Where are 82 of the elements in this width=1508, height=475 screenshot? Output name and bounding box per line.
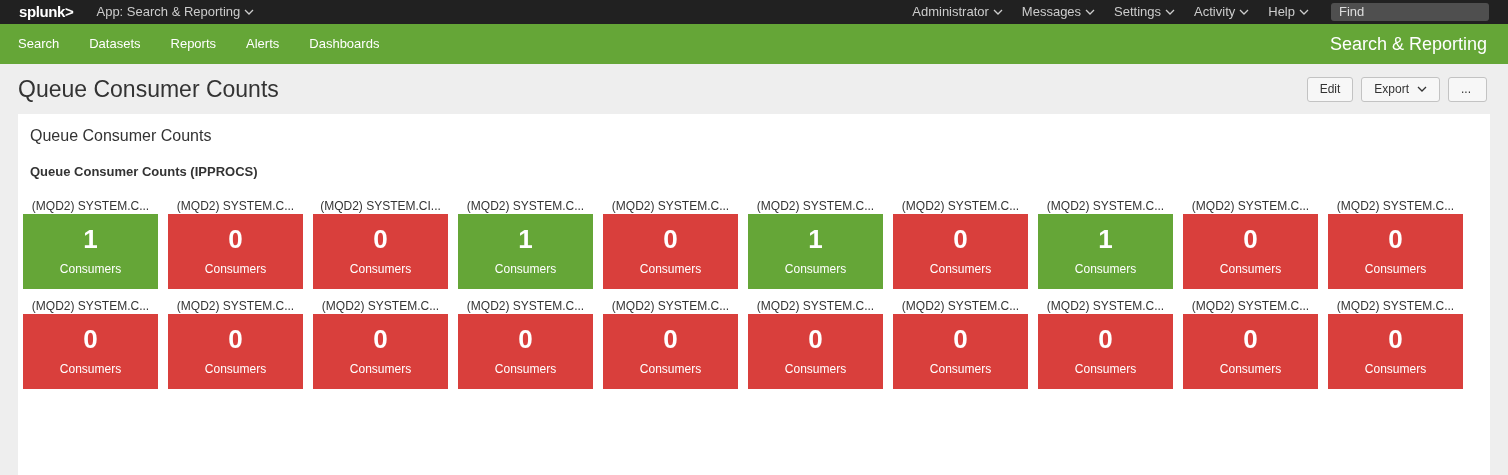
tile-unit: Consumers <box>494 361 557 378</box>
tile-unit: Consumers <box>1219 361 1282 378</box>
tile-value: 1 <box>1098 224 1113 254</box>
tile-unit: Consumers <box>1364 361 1427 378</box>
tile-unit: Consumers <box>1364 261 1427 278</box>
logo[interactable]: splunk> <box>19 0 74 24</box>
chevron-down-icon <box>1417 86 1427 92</box>
tile-value: 0 <box>808 324 823 354</box>
tile-value: 0 <box>1388 224 1403 254</box>
top-menu[interactable]: Activity <box>1194 2 1250 22</box>
tile-title: (MQD2) SYSTEM.C... <box>610 298 731 314</box>
tile-title: (MQD2) SYSTEM.C... <box>175 298 296 314</box>
tile-title: (MQD2) SYSTEM.C... <box>1335 198 1456 214</box>
chevron-down-icon <box>992 9 1003 15</box>
chevron-down-icon <box>1085 9 1096 15</box>
tile-unit: Consumers <box>204 361 267 378</box>
tile-value: 0 <box>663 224 678 254</box>
tile-title: (MQD2) SYSTEM.C... <box>610 198 731 214</box>
tile-unit: Consumers <box>1219 261 1282 278</box>
chevron-down-icon <box>244 9 255 15</box>
chevron-down-icon <box>1165 9 1176 15</box>
tile-unit: Consumers <box>639 361 702 378</box>
tile-title: (MQD2) SYSTEM.C... <box>755 198 876 214</box>
tile-title: (MQD2) SYSTEM.C... <box>900 298 1021 314</box>
tile-value: 0 <box>228 324 243 354</box>
tile-unit: Consumers <box>639 261 702 278</box>
tile-title: (MQD2) SYSTEM.C... <box>1045 298 1166 314</box>
tile-value: 0 <box>1243 324 1258 354</box>
top-menu[interactable]: Help <box>1268 2 1309 22</box>
tile-value: 0 <box>83 324 98 354</box>
tile-title: (MQD2) SYSTEM.C... <box>30 298 151 314</box>
tile-unit: Consumers <box>59 261 122 278</box>
chevron-down-icon <box>1299 9 1309 15</box>
tile-value: 0 <box>373 324 388 354</box>
panel-title: Queue Consumer Counts <box>30 126 213 146</box>
tile-value: 0 <box>373 224 388 254</box>
panel-subtitle: Queue Consumer Counts (IPPROCS) <box>30 163 259 181</box>
tile-value: 0 <box>518 324 533 354</box>
tile-value: 0 <box>228 224 243 254</box>
tile-unit: Consumers <box>929 361 992 378</box>
tile-unit: Consumers <box>204 261 267 278</box>
chevron-down-icon <box>1239 9 1250 15</box>
tile-unit: Consumers <box>784 261 847 278</box>
tile-unit: Consumers <box>784 361 847 378</box>
tile-title: (MQD2) SYSTEM.C... <box>320 298 441 314</box>
app-menu[interactable]: App: Search & Reporting <box>96 2 255 22</box>
app-title: Search & Reporting <box>1329 32 1487 56</box>
toolbar-button[interactable]: Export <box>1361 76 1440 102</box>
tile-unit: Consumers <box>1074 261 1137 278</box>
tile-unit: Consumers <box>494 261 557 278</box>
tile-value: 0 <box>663 324 678 354</box>
tile-title: (MQD2) SYSTEM.C... <box>175 198 296 214</box>
tile-value: 0 <box>1243 224 1258 254</box>
tile-title: (MQD2) SYSTEM.C... <box>1045 198 1166 214</box>
tile-unit: Consumers <box>349 361 412 378</box>
tile-value: 0 <box>953 224 968 254</box>
tile-title: (MQD2) SYSTEM.C... <box>900 198 1021 214</box>
tile-value: 0 <box>1388 324 1403 354</box>
page-title: Queue Consumer Counts <box>18 74 280 104</box>
tile-title: (MQD2) SYSTEM.C... <box>1335 298 1456 314</box>
tile-title: (MQD2) SYSTEM.C... <box>755 298 876 314</box>
tile-title: (MQD2) SYSTEM.C... <box>30 198 151 214</box>
top-menu[interactable]: Administrator <box>912 2 1003 22</box>
top-menu[interactable]: Messages <box>1021 2 1096 22</box>
tile-title: (MQD2) SYSTEM.C... <box>1190 198 1311 214</box>
tile-value: 1 <box>83 224 98 254</box>
tile-title: (MQD2) SYSTEM.C... <box>1190 298 1311 314</box>
tile-value: 0 <box>1098 324 1113 354</box>
tile-title: (MQD2) SYSTEM.CI... <box>319 198 442 214</box>
tile-title: (MQD2) SYSTEM.C... <box>465 298 586 314</box>
tile-unit: Consumers <box>929 261 992 278</box>
toolbar-button[interactable]: ... <box>1448 76 1487 102</box>
tile-value: 1 <box>518 224 533 254</box>
tile-value: 1 <box>808 224 823 254</box>
top-menu[interactable]: Settings <box>1114 2 1176 22</box>
tile-unit: Consumers <box>1074 361 1137 378</box>
tile-unit: Consumers <box>349 261 412 278</box>
toolbar-button[interactable]: Edit <box>1306 76 1354 102</box>
find-field[interactable]: Find <box>1331 3 1489 21</box>
tile-value: 0 <box>953 324 968 354</box>
tile-unit: Consumers <box>59 361 122 378</box>
tile-title: (MQD2) SYSTEM.C... <box>465 198 586 214</box>
